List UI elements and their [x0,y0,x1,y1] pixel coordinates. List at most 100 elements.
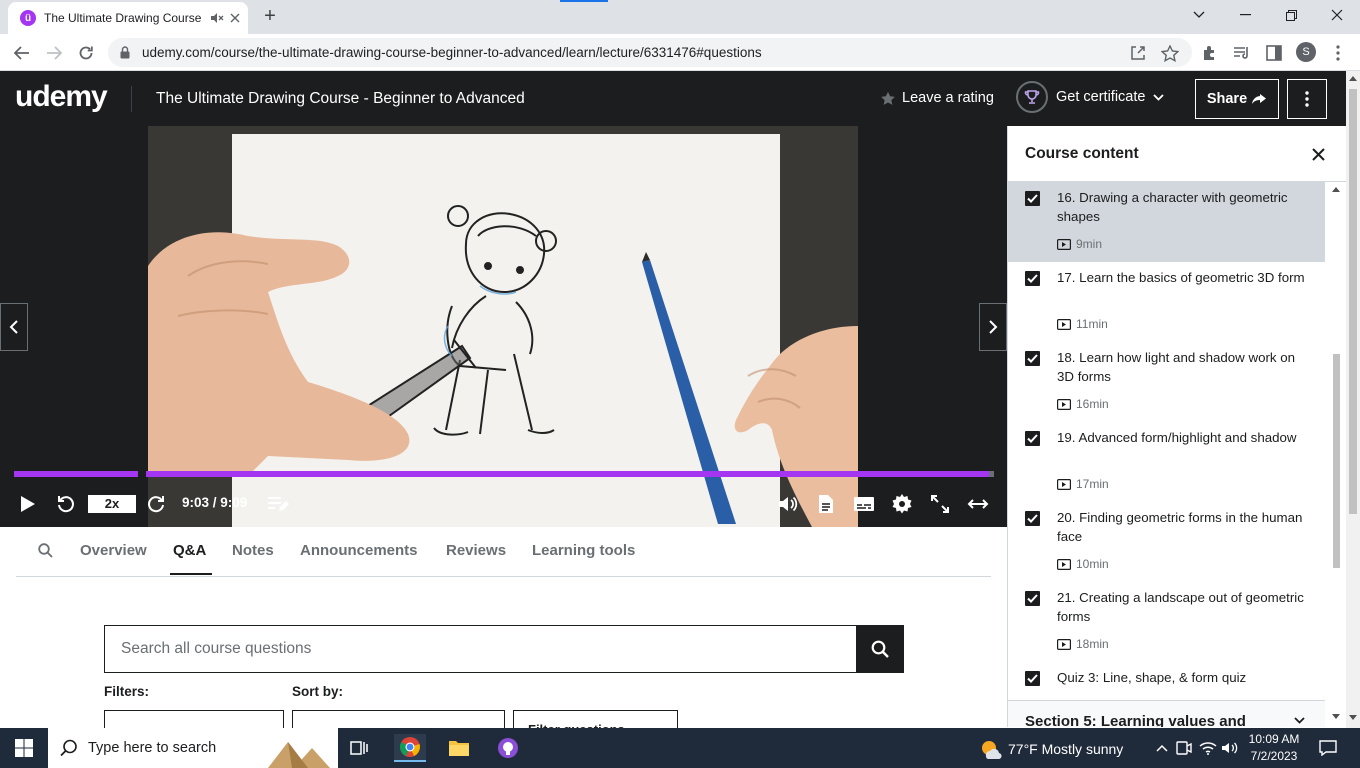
get-certificate-button[interactable]: Get certificate [1016,81,1165,113]
next-lecture-button[interactable] [979,303,1007,351]
tab-announcements[interactable]: Announcements [300,542,418,559]
lecture-list: 16. Drawing a character with geometric s… [1008,182,1325,700]
filter-dropdown[interactable] [104,710,284,730]
tab-reviews[interactable]: Reviews [446,542,506,559]
back-icon[interactable] [9,40,35,66]
sidebar-scroll-thumb[interactable] [1333,354,1340,568]
extensions-icon[interactable] [1198,41,1222,65]
sort-dropdown[interactable] [292,710,505,730]
close-sidebar-icon[interactable] [1308,144,1328,164]
filter-questions-dropdown[interactable]: Filter questions [513,710,678,730]
previous-lecture-button[interactable] [0,303,28,351]
sidebar-scrollbar[interactable] [1325,182,1346,727]
new-tab-button[interactable]: + [258,5,282,29]
weather-widget[interactable]: 77°F Mostly sunny [980,739,1123,759]
course-title[interactable]: The Ultimate Drawing Course - Beginner t… [156,90,525,108]
share-button[interactable]: Share [1195,79,1279,119]
qa-search-bar [104,625,904,673]
forward-icon[interactable] [41,40,67,66]
more-options-button[interactable] [1287,79,1327,119]
taskbar-search-box[interactable]: Type here to search [48,728,338,768]
lecture-meta: 17min [1057,477,1109,491]
lecture-duration: 11min [1076,317,1108,331]
tab-notes[interactable]: Notes [232,542,274,559]
scroll-up-arrow-icon[interactable] [1332,186,1340,192]
udemy-favicon: ü [20,10,36,26]
play-icon[interactable] [14,490,42,518]
captions-icon[interactable] [850,490,878,518]
lecture-checkbox[interactable] [1025,431,1040,446]
volume-icon[interactable] [774,490,802,518]
task-view-icon[interactable] [344,734,376,762]
browser-tab[interactable]: ü The Ultimate Drawing Course - Beginner… [8,2,248,34]
address-bar[interactable]: udemy.com/course/the-ultimate-drawing-co… [108,38,1192,67]
playback-speed-button[interactable]: 2x [88,495,136,513]
lecture-item[interactable]: 20. Finding geometric forms in the human… [1008,502,1325,582]
fullscreen-icon[interactable] [926,490,954,518]
settings-gear-icon[interactable] [888,490,916,518]
lecture-checkbox[interactable] [1025,271,1040,286]
bookmark-star-icon[interactable] [1158,41,1182,65]
chrome-icon[interactable] [394,734,426,762]
lecture-item[interactable]: 18. Learn how light and shadow work on 3… [1008,342,1325,422]
url-text: udemy.com/course/the-ultimate-drawing-co… [142,45,762,60]
speaker-icon[interactable] [1214,734,1246,762]
lecture-duration: 10min [1076,557,1109,571]
lecture-duration: 17min [1076,477,1109,491]
close-window-button[interactable] [1314,0,1360,30]
transcript-icon[interactable] [812,490,840,518]
profile-avatar[interactable]: S [1296,42,1316,62]
tab-qa[interactable]: Q&A [173,542,206,559]
page-scroll-down-icon[interactable] [1349,715,1357,721]
lecture-item[interactable]: 19. Advanced form/highlight and shadow 17… [1008,422,1325,502]
close-tab-icon[interactable] [230,13,240,23]
scroll-down-arrow-icon[interactable] [1332,714,1340,720]
windows-start-icon[interactable] [8,734,40,762]
search-tab-icon[interactable] [38,543,53,558]
page-scrollbar[interactable] [1346,71,1360,728]
rewind-5s-icon[interactable] [52,490,80,518]
tab-learning-tools[interactable]: Learning tools [532,542,635,559]
side-panel-icon[interactable] [1262,41,1286,65]
add-note-icon[interactable] [264,490,292,518]
mute-icon[interactable] [210,12,224,24]
buffer-marker [138,470,146,478]
lecture-item[interactable]: 17. Learn the basics of geometric 3D for… [1008,262,1325,342]
section-header[interactable]: Section 5: Learning values and [1008,700,1325,727]
leave-rating-button[interactable]: Leave a rating [880,90,994,106]
notifications-icon[interactable] [1312,734,1344,762]
minimize-button[interactable] [1222,0,1268,30]
share-page-icon[interactable] [1126,41,1150,65]
lecture-item[interactable]: Quiz 3: Line, shape, & form quiz [1008,662,1325,700]
tab-overview[interactable]: Overview [80,542,147,559]
udemy-logo[interactable]: udemy [15,80,108,114]
lecture-checkbox[interactable] [1025,671,1040,686]
tab-search-icon[interactable] [1176,0,1222,30]
qa-search-input[interactable] [105,626,856,672]
lecture-item[interactable]: 21. Creating a landscape out of geometri… [1008,582,1325,662]
expand-width-icon[interactable] [964,490,992,518]
browser-menu-icon[interactable] [1326,41,1350,65]
github-desktop-icon[interactable] [492,734,524,762]
lecture-checkbox[interactable] [1025,351,1040,366]
restore-button[interactable] [1268,0,1314,30]
reload-icon[interactable] [73,40,99,66]
qa-search-button[interactable] [856,626,903,672]
page-scroll-thumb[interactable] [1349,89,1357,514]
lecture-checkbox[interactable] [1025,511,1040,526]
search-icon [60,739,77,757]
page-scroll-up-icon[interactable] [1349,75,1357,81]
taskbar-clock[interactable]: 10:09 AM 7/2/2023 [1248,731,1300,765]
video-progress-bar[interactable] [14,470,994,478]
forward-5s-icon[interactable] [142,490,170,518]
lecture-item[interactable]: 16. Drawing a character with geometric s… [1008,182,1325,262]
reading-list-icon[interactable] [1230,41,1254,65]
video-player[interactable]: 2x 9:03 / 9:09 [0,126,1007,527]
lecture-checkbox[interactable] [1025,591,1040,606]
search-icon [871,640,889,658]
lecture-checkbox[interactable] [1025,191,1040,206]
file-explorer-icon[interactable] [443,734,475,762]
weather-text: 77°F Mostly sunny [1008,741,1124,757]
progress-fill [14,471,990,477]
share-arrow-icon [1251,93,1267,105]
